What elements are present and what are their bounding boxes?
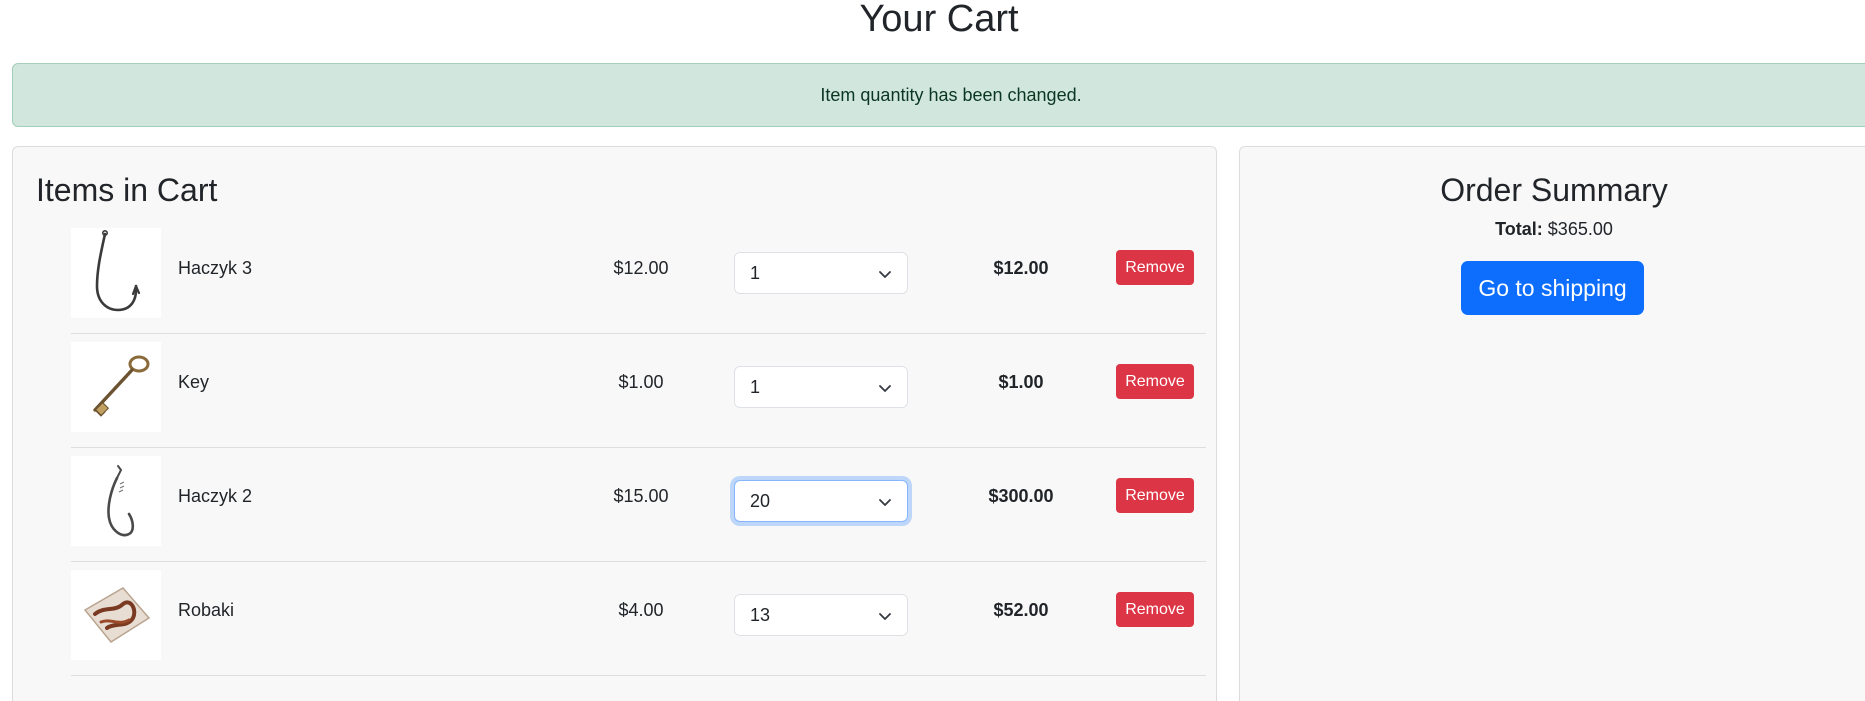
success-alert: Item quantity has been changed. bbox=[12, 63, 1865, 127]
alert-message: Item quantity has been changed. bbox=[820, 84, 1082, 105]
cart-row: Haczyk 2 $15.00 20 $300.00 Remove bbox=[71, 449, 1206, 562]
quantity-select[interactable]: 20 bbox=[734, 480, 908, 522]
remove-button[interactable]: Remove bbox=[1116, 250, 1194, 285]
item-price: $15.00 bbox=[613, 486, 669, 506]
product-image bbox=[71, 456, 161, 546]
item-name: Haczyk 2 bbox=[178, 486, 253, 506]
remove-button[interactable]: Remove bbox=[1116, 478, 1194, 513]
remove-button[interactable]: Remove bbox=[1116, 592, 1194, 627]
quantity-value: 1 bbox=[750, 262, 761, 283]
item-subtotal: $300.00 bbox=[988, 486, 1054, 506]
quantity-value: 20 bbox=[750, 490, 771, 511]
order-summary-title: Order Summary bbox=[1440, 172, 1668, 208]
quantity-select[interactable]: 13 bbox=[734, 594, 908, 636]
chevron-down-icon bbox=[879, 613, 891, 620]
item-name: Haczyk 3 bbox=[178, 258, 253, 278]
item-price: $1.00 bbox=[618, 372, 664, 392]
page-title: Your Cart bbox=[859, 0, 1019, 40]
total-label: Total: bbox=[1495, 219, 1543, 239]
item-subtotal: $12.00 bbox=[993, 258, 1049, 278]
go-to-shipping-button[interactable]: Go to shipping bbox=[1461, 261, 1644, 315]
fishing-hook-icon bbox=[107, 465, 135, 537]
cart-row: Haczyk 3 $12.00 1 $12.00 Remove bbox=[71, 221, 1206, 334]
items-card-title: Items in Cart bbox=[36, 172, 218, 208]
chevron-down-icon bbox=[879, 385, 891, 392]
item-name: Key bbox=[178, 372, 210, 392]
chevron-down-icon bbox=[879, 271, 891, 278]
quantity-select[interactable]: 1 bbox=[734, 366, 908, 408]
total-value: $365.00 bbox=[1547, 219, 1613, 239]
item-subtotal: $1.00 bbox=[998, 372, 1044, 392]
fishing-hook-icon bbox=[95, 229, 141, 312]
product-image bbox=[71, 342, 161, 432]
item-subtotal: $52.00 bbox=[993, 600, 1049, 620]
item-price: $12.00 bbox=[613, 258, 669, 278]
cart-row: Robaki $4.00 13 $52.00 Remove bbox=[71, 563, 1206, 676]
bait-worms-icon bbox=[83, 587, 151, 643]
quantity-value: 13 bbox=[750, 604, 771, 625]
product-image bbox=[71, 570, 161, 660]
items-card: Items in Cart Haczyk 3 $12.00 1 $12.00 R… bbox=[12, 146, 1217, 701]
product-image bbox=[71, 228, 161, 318]
cart-row: Key $1.00 1 $1.00 Remove bbox=[71, 335, 1206, 448]
item-name: Robaki bbox=[178, 600, 235, 620]
remove-button[interactable]: Remove bbox=[1116, 364, 1194, 399]
quantity-value: 1 bbox=[750, 376, 761, 397]
order-total: Total: $365.00 bbox=[1240, 219, 1865, 240]
chevron-down-icon bbox=[879, 499, 891, 506]
quantity-select[interactable]: 1 bbox=[734, 252, 908, 294]
item-price: $4.00 bbox=[618, 600, 664, 620]
order-summary-card: Order Summary Total: $365.00 Go to shipp… bbox=[1239, 146, 1865, 701]
key-icon bbox=[93, 355, 150, 417]
